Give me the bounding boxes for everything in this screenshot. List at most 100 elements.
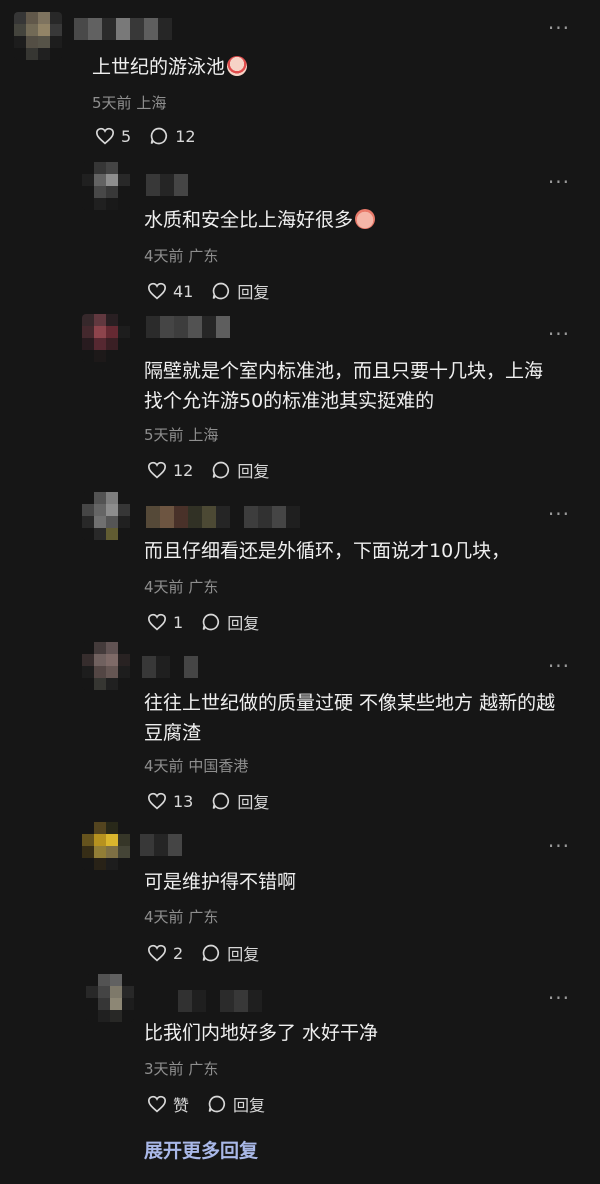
comment-text-line: 往往上世纪做的质量过硬 不像某些地方 越新的越 (144, 692, 556, 714)
username[interactable] (140, 834, 182, 856)
heart-icon (95, 127, 115, 145)
like-button[interactable]: 2 (147, 944, 183, 963)
comment-time: 4天前 (144, 908, 184, 926)
heart-icon (147, 461, 167, 479)
comment-time: 3天前 (144, 1060, 184, 1078)
comment-bubble-icon (208, 1095, 226, 1113)
comment-location: 中国香港 (188, 757, 249, 775)
reply-button[interactable]: 回复 (211, 458, 269, 482)
comment-meta: 4天前 广东 (144, 246, 218, 266)
comment-location: 上海 (136, 94, 167, 112)
like-count: 13 (173, 791, 194, 811)
like-label: 赞 (173, 1096, 190, 1115)
like-count: 41 (173, 281, 194, 301)
comment-meta: 4天前 广东 (144, 907, 218, 927)
comment-actions: 5 12 (95, 126, 214, 146)
avatar[interactable] (82, 492, 130, 540)
username[interactable] (74, 18, 172, 40)
username[interactable] (146, 506, 300, 528)
clown-crying-emoji (227, 56, 248, 76)
comment-actions: 12 回复 (147, 458, 287, 482)
reply-label: 回复 (237, 462, 270, 481)
like-button[interactable]: 41 (147, 282, 193, 301)
comment-text: 而且仔细看还是外循环，下面说才10几块， (144, 540, 511, 562)
comment-meta: 5天前 上海 (92, 93, 166, 113)
like-count: 1 (173, 612, 184, 632)
expand-more-replies-button[interactable]: 展开更多回复 (144, 1136, 258, 1163)
like-count: 5 (121, 126, 132, 146)
comment-location: 上海 (188, 426, 219, 444)
comment-actions: 13 回复 (147, 789, 287, 813)
username[interactable] (142, 656, 198, 678)
comment-text: 可是维护得不错啊 (144, 871, 297, 893)
comment-bubble-icon (213, 461, 230, 479)
reply-button[interactable]: 回复 (211, 789, 269, 813)
like-count: 12 (173, 460, 194, 480)
like-button[interactable]: 赞 (147, 1092, 189, 1116)
comment-text: 往往上世纪做的质量过硬 不像某些地方 越新的越 豆腐渣 (144, 688, 574, 748)
comment-time: 5天前 (92, 94, 132, 112)
comment-location: 广东 (188, 908, 219, 926)
comment-text: 比我们内地好多了 水好干净 (144, 1022, 379, 1044)
username[interactable] (146, 174, 188, 196)
comment-actions: 2 回复 (147, 941, 277, 965)
reply-button[interactable]: 12 (149, 126, 196, 146)
avatar[interactable] (82, 314, 130, 362)
comment-meta: 4天前 广东 (144, 577, 218, 597)
reply-button[interactable]: 回复 (211, 279, 269, 303)
peach-face-emoji (355, 209, 376, 229)
avatar[interactable] (82, 642, 130, 690)
comment-meta: 5天前 上海 (144, 425, 218, 445)
like-count: 2 (173, 943, 184, 963)
reply-button[interactable]: 回复 (201, 941, 259, 965)
heart-icon (147, 944, 167, 962)
reply-label: 回复 (227, 945, 260, 964)
heart-icon (147, 613, 167, 631)
comment-text-line: 豆腐渣 (144, 722, 202, 744)
heart-icon (147, 1095, 167, 1113)
reply-button[interactable]: 回复 (201, 610, 259, 634)
more-options-icon[interactable]: ··· (548, 504, 570, 524)
comment-time: 4天前 (144, 247, 184, 265)
more-options-icon[interactable]: ··· (548, 172, 570, 192)
like-button[interactable]: 12 (147, 461, 193, 480)
avatar[interactable] (14, 12, 62, 60)
avatar[interactable] (82, 162, 130, 210)
comment-location: 广东 (188, 1060, 219, 1078)
comment-time: 4天前 (144, 578, 184, 596)
comment-meta: 4天前 中国香港 (144, 756, 248, 776)
comment-text-line: 找个允许游50的标准池其实挺难的 (144, 390, 435, 412)
comment-text: 上世纪的游泳池 (92, 52, 522, 82)
reply-label: 回复 (233, 1096, 266, 1115)
avatar[interactable] (82, 822, 130, 870)
comment-location: 广东 (188, 247, 219, 265)
comment-actions: 1 回复 (147, 610, 277, 634)
more-options-icon[interactable]: ··· (548, 656, 570, 676)
comment-bubble-icon (202, 944, 220, 962)
comment-time: 5天前 (144, 426, 184, 444)
comment-location: 广东 (188, 578, 219, 596)
more-options-icon[interactable]: ··· (548, 324, 570, 344)
like-button[interactable]: 5 (95, 127, 131, 146)
username[interactable] (178, 990, 262, 1012)
comment-time: 4天前 (144, 757, 184, 775)
reply-label: 回复 (237, 283, 270, 302)
heart-icon (147, 282, 167, 300)
more-options-icon[interactable]: ··· (548, 18, 570, 38)
reply-label: 回复 (227, 614, 260, 633)
comment-text: 水质和安全比上海好很多 (144, 205, 574, 235)
username[interactable] (146, 316, 230, 338)
comment-bubble-icon (150, 127, 168, 145)
comment-bubble-icon (213, 792, 230, 810)
reply-count: 12 (175, 126, 196, 146)
comment-bubble-icon (202, 613, 220, 631)
like-button[interactable]: 1 (147, 613, 183, 632)
like-button[interactable]: 13 (147, 792, 193, 811)
comment-actions: 赞 回复 (147, 1092, 283, 1116)
comment-meta: 3天前 广东 (144, 1059, 218, 1079)
reply-button[interactable]: 回复 (207, 1092, 265, 1116)
more-options-icon[interactable]: ··· (548, 836, 570, 856)
more-options-icon[interactable]: ··· (548, 988, 570, 1008)
reply-label: 回复 (237, 793, 270, 812)
avatar[interactable] (86, 974, 134, 1022)
